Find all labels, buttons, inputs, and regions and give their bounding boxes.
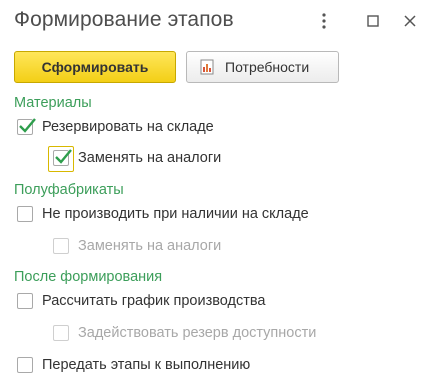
materials-replace-checkbox[interactable]: [53, 149, 72, 166]
schedule-checkbox[interactable]: [17, 293, 33, 309]
materials-replace-option[interactable]: Заменять на аналоги: [53, 149, 222, 166]
transfer-checkbox[interactable]: [17, 357, 33, 373]
reserve-option[interactable]: Резервировать на складе: [17, 118, 214, 135]
schedule-label: Рассчитать график производства: [42, 293, 266, 309]
form-button-label: Сформировать: [41, 59, 149, 75]
window-title: Формирование этапов: [14, 8, 234, 31]
no-produce-option[interactable]: Не производить при наличии на складе: [17, 206, 309, 222]
use-reserve-checkbox: [53, 325, 69, 341]
reserve-label: Резервировать на складе: [42, 119, 214, 135]
schedule-option[interactable]: Рассчитать график производства: [17, 293, 265, 309]
use-reserve-label: Задействовать резерв доступности: [78, 325, 317, 341]
materials-header: Материалы: [14, 95, 92, 111]
semi-replace-label: Заменять на аналоги: [78, 238, 222, 254]
needs-button-label: Потребности: [225, 59, 310, 75]
no-produce-label: Не производить при наличии на складе: [42, 206, 309, 222]
reserve-checkbox[interactable]: [17, 118, 36, 135]
semi-replace-checkbox: [53, 238, 69, 254]
needs-button[interactable]: Потребности: [186, 51, 339, 83]
checkmark-icon: [19, 118, 36, 133]
transfer-option[interactable]: Передать этапы к выполнению: [17, 357, 250, 373]
form-button[interactable]: Сформировать: [14, 51, 176, 83]
more-menu-icon[interactable]: [313, 10, 335, 32]
semi-replace-option: Заменять на аналоги: [53, 238, 221, 254]
checkmark-icon: [55, 149, 72, 164]
after-header: После формирования: [14, 269, 163, 285]
transfer-label: Передать этапы к выполнению: [42, 357, 251, 373]
report-icon: [200, 59, 214, 75]
use-reserve-option: Задействовать резерв доступности: [53, 325, 316, 341]
close-icon[interactable]: [399, 10, 421, 32]
no-produce-checkbox[interactable]: [17, 206, 33, 222]
materials-replace-label: Заменять на аналоги: [78, 150, 222, 166]
maximize-icon[interactable]: [362, 10, 384, 32]
semi-header: Полуфабрикаты: [14, 182, 124, 198]
toolbar: Сформировать Потребности: [14, 51, 339, 83]
